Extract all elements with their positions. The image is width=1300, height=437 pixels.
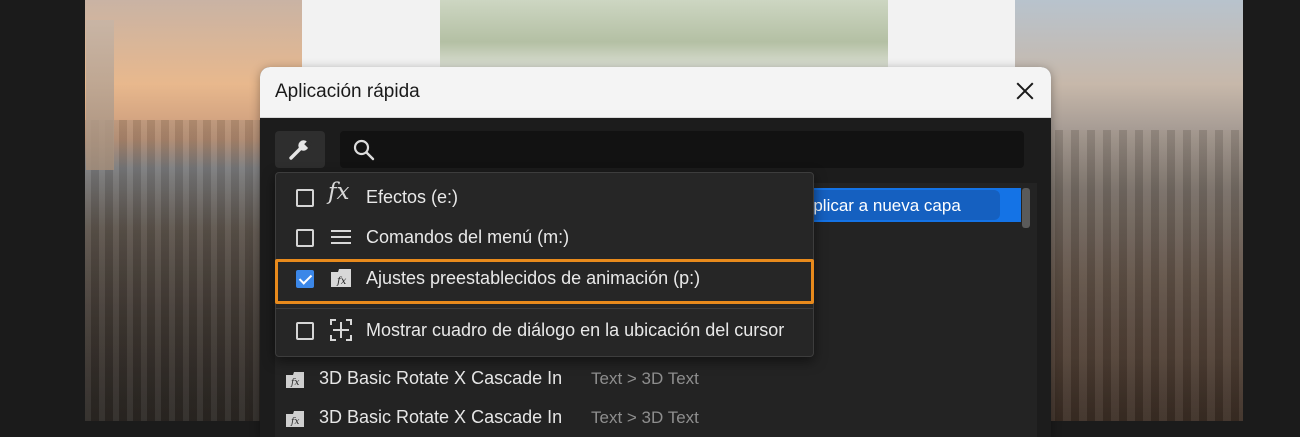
apply-to-new-layer-label: Aplicar a nueva capa: [802, 196, 961, 215]
menu-item-menu-commands[interactable]: Comandos del menú (m:): [276, 219, 813, 257]
result-name: 3D Basic Rotate X Cascade In: [319, 368, 563, 388]
svg-text:fx: fx: [290, 378, 299, 388]
result-path: Text > 3D Text: [591, 408, 699, 427]
dialog-titlebar: Aplicación rápida: [260, 67, 1051, 118]
menu-item-label: Comandos del menú (m:): [366, 227, 570, 247]
search-icon: [353, 139, 375, 161]
menu-item-animation-presets[interactable]: fx Ajustes preestablecidos de animación …: [276, 260, 813, 298]
search-box[interactable]: [340, 131, 1024, 168]
background-edge: [1243, 0, 1300, 421]
menu-divider: [276, 308, 813, 309]
animation-preset-icon: fx: [286, 411, 304, 427]
checkbox-menu-commands[interactable]: [296, 229, 314, 247]
filter-settings-button[interactable]: [275, 131, 325, 168]
result-row[interactable]: fx 3D Basic Rotate X Cascade In Text > 3…: [284, 405, 984, 433]
wrench-icon: [289, 139, 312, 160]
menu-item-effects[interactable]: fx Efectos (e:): [276, 179, 813, 217]
menu-lines-icon: [331, 230, 351, 244]
menu-item-label: Mostrar cuadro de diálogo en la ubicació…: [366, 320, 785, 340]
animation-preset-icon: fx: [331, 269, 351, 287]
checkbox-animation-presets[interactable]: [296, 270, 314, 288]
fx-icon: fx: [328, 179, 350, 205]
checkbox-cursor-location[interactable]: [296, 322, 314, 340]
menu-item-label: Ajustes preestablecidos de animación (p:…: [366, 268, 701, 288]
search-input[interactable]: [386, 135, 1010, 165]
background-trees: [440, 0, 888, 70]
dialog-title: Aplicación rápida: [275, 81, 420, 102]
background-tower: [86, 20, 114, 170]
checkbox-effects[interactable]: [296, 189, 314, 207]
result-row[interactable]: fx 3D Basic Rotate X Cascade In Text > 3…: [284, 366, 984, 394]
animation-preset-icon: fx: [286, 372, 304, 388]
filter-dropdown-menu: fx Efectos (e:) Comandos del menú (m:) f…: [275, 172, 814, 357]
result-path: Text > 3D Text: [591, 369, 699, 388]
menu-item-cursor-location[interactable]: Mostrar cuadro de diálogo en la ubicació…: [276, 312, 813, 350]
scrollbar-thumb[interactable]: [1022, 188, 1030, 228]
menu-item-label: Efectos (e:): [366, 187, 459, 207]
result-name: 3D Basic Rotate X Cascade In: [319, 407, 563, 427]
svg-text:fx: fx: [336, 276, 347, 287]
close-button[interactable]: [1013, 79, 1037, 103]
cursor-position-icon: [330, 319, 352, 341]
svg-text:fx: fx: [290, 417, 299, 427]
